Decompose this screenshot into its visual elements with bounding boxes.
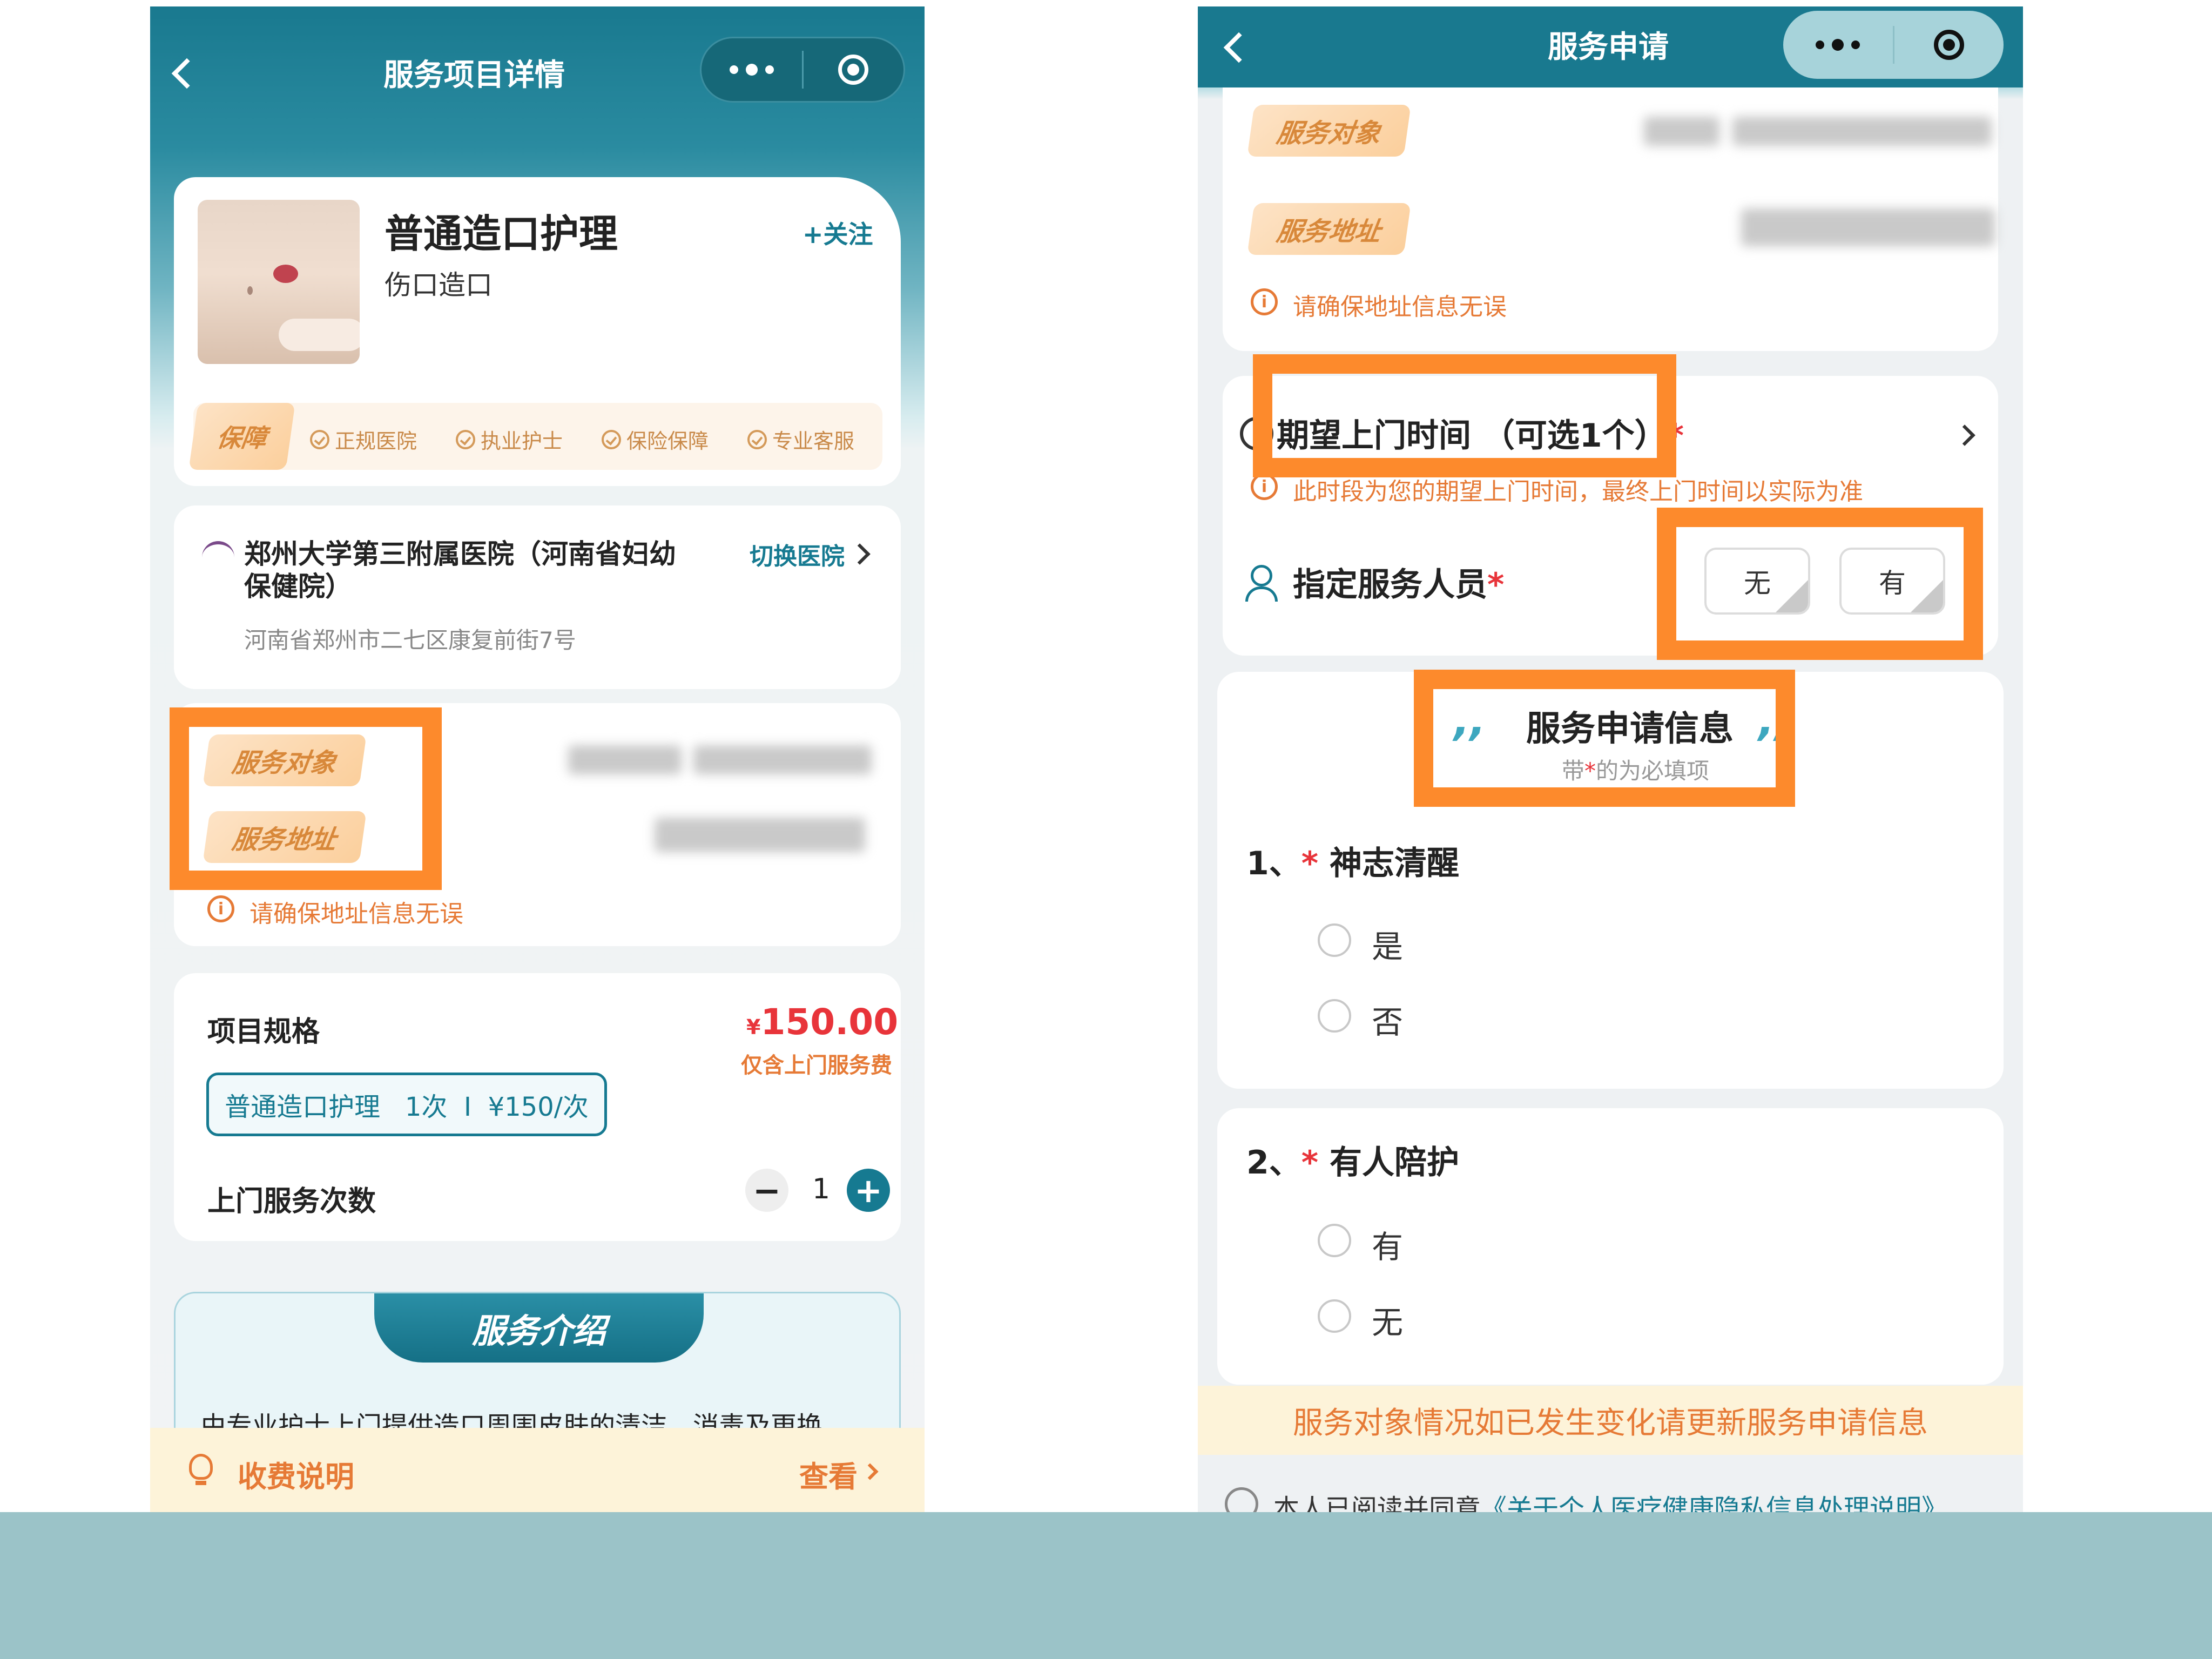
guarantee-item: 保险保障	[602, 424, 709, 454]
hospital-card: 郑州大学第三附属医院（河南省妇幼 保健院） 河南省郑州市二七区康复前街7号 切换…	[174, 505, 901, 689]
fee-bar[interactable]: 收费说明 查看	[150, 1428, 925, 1512]
background-band	[0, 1512, 2212, 1659]
radio-button[interactable]	[1318, 1299, 1351, 1333]
person-icon	[1251, 565, 1272, 586]
increase-button[interactable]: +	[847, 1169, 890, 1212]
price-note: 仅含上门服务费	[741, 1053, 892, 1078]
close-mini-program-icon[interactable]	[1894, 30, 2004, 60]
address-notice: 请确保地址信息无误	[1293, 293, 1507, 321]
switch-hospital-link[interactable]: 切换医院	[750, 537, 845, 571]
service-address-label: 服务地址	[1247, 203, 1411, 255]
more-menu-icon[interactable]	[702, 64, 802, 76]
guarantee-item: 正规医院	[310, 424, 417, 454]
page-title: 服务项目详情	[383, 58, 565, 93]
guarantee-bar: 保障 正规医院 执业护士 保险保障 专业客服	[188, 403, 882, 470]
price: ¥150.00	[746, 1001, 899, 1043]
question-card: 2、* 有人陪护 有 无	[1217, 1108, 2004, 1385]
address-notice: 请确保地址信息无误	[249, 900, 463, 928]
back-icon[interactable]	[171, 58, 203, 89]
chevron-right-icon[interactable]	[1954, 424, 1975, 446]
lightbulb-icon	[189, 1454, 213, 1480]
check-circle-icon	[456, 429, 475, 449]
count-label: 上门服务次数	[207, 1185, 376, 1218]
guarantee-item: 执业护士	[456, 424, 563, 454]
radio-label: 有	[1372, 1229, 1404, 1265]
follow-button[interactable]: +关注	[802, 215, 873, 251]
check-circle-icon	[310, 429, 329, 449]
service-target-card: 服务对象 服务地址 i 请确保地址信息无误	[1223, 87, 1998, 351]
radio-button[interactable]	[1318, 923, 1351, 957]
fee-view-link[interactable]: 查看	[799, 1453, 858, 1495]
info-icon: i	[1251, 288, 1278, 315]
guarantee-item: 专业客服	[747, 424, 854, 454]
count-value: 1	[812, 1173, 831, 1205]
service-apply-screen: 服务申请 服务对象 服务地址 i 请确保地址信息无误 期望上门时间 （可选1个）…	[1198, 6, 2023, 1512]
highlight-box	[1414, 670, 1795, 807]
service-target-value[interactable]	[568, 745, 682, 774]
more-menu-icon[interactable]	[1783, 39, 1893, 51]
intro-tab[interactable]: 服务介绍	[374, 1293, 704, 1363]
product-card: 普通造口护理 伤口造口 +关注 保障 正规医院 执业护士 保险保障 专业客服	[174, 177, 901, 486]
decrease-button[interactable]: −	[745, 1169, 788, 1212]
product-name: 普通造口护理	[385, 211, 618, 257]
radio-label: 是	[1372, 928, 1404, 965]
radio-button[interactable]	[1318, 999, 1351, 1033]
privacy-link[interactable]: 《关于个人医疗健康隐私信息处理说明》	[1481, 1494, 1947, 1512]
service-target-value[interactable]	[1732, 117, 1992, 146]
question-title: 2、* 有人陪护	[1246, 1144, 1460, 1182]
page-title: 服务申请	[1548, 30, 1669, 65]
check-circle-icon	[602, 429, 621, 449]
chevron-right-icon[interactable]	[849, 543, 871, 565]
hospital-logo-icon	[202, 541, 234, 557]
agree-checkbox[interactable]	[1225, 1487, 1258, 1512]
hospital-name-line2: 保健院）	[244, 571, 352, 602]
close-mini-program-icon[interactable]	[804, 55, 904, 85]
mini-program-capsule	[1783, 11, 2004, 79]
service-target-label: 服务对象	[1247, 105, 1411, 157]
hospital-address: 河南省郑州市二七区康复前街7号	[244, 627, 576, 653]
service-target-value[interactable]	[1644, 117, 1719, 146]
chevron-right-icon[interactable]	[861, 1463, 879, 1480]
highlight-box	[170, 707, 442, 890]
service-address-value[interactable]	[1741, 208, 1995, 246]
question-title: 1、* 神志清醒	[1246, 845, 1460, 882]
mini-program-capsule	[700, 37, 905, 103]
info-icon: i	[207, 895, 234, 922]
radio-label: 无	[1372, 1304, 1404, 1341]
product-category: 伤口造口	[385, 269, 493, 301]
product-image	[198, 200, 360, 364]
update-notice: 服务对象情况如已发生变化请更新服务申请信息	[1198, 1386, 2023, 1455]
guarantee-badge: 保障	[188, 403, 295, 470]
spec-option[interactable]: 普通造口护理 1次 I ¥150/次	[206, 1073, 607, 1136]
spec-title: 项目规格	[207, 1016, 320, 1048]
highlight-box	[1253, 354, 1676, 477]
radio-button[interactable]	[1318, 1224, 1351, 1257]
service-target-value[interactable]	[693, 745, 872, 774]
assign-staff-label: 指定服务人员*	[1293, 566, 1505, 604]
spec-card: 项目规格 ¥150.00 仅含上门服务费 普通造口护理 1次 I ¥150/次 …	[174, 973, 901, 1241]
agreement-text: 本人已阅读并同意《关于个人医疗健康隐私信息处理说明》	[1273, 1487, 1947, 1512]
highlight-box	[1657, 508, 1983, 660]
fee-label: 收费说明	[238, 1460, 354, 1494]
service-detail-screen: 服务项目详情 普通造口护理 伤口造口 +关注 保障 正规医院 执业护士 保险保障…	[150, 6, 925, 1512]
service-address-value[interactable]	[655, 818, 865, 852]
radio-label: 否	[1372, 1004, 1404, 1041]
check-circle-icon	[747, 429, 767, 449]
